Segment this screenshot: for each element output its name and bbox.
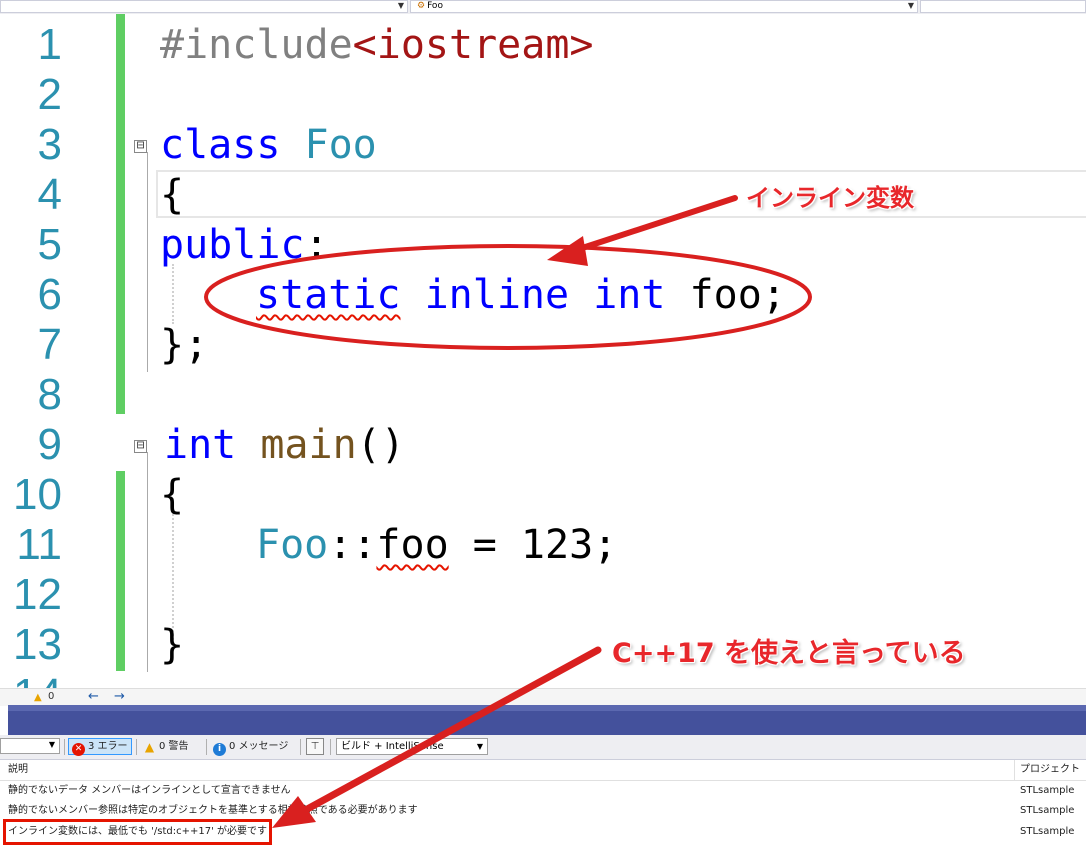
- class-icon: ⚙: [417, 1, 426, 11]
- code-line-10: 10 {: [0, 470, 1086, 520]
- table-row[interactable]: 静的でないデータ メンバーはインラインとして宣言できません STLsample: [0, 781, 1086, 801]
- error-scope-dropdown[interactable]: ▼: [0, 738, 60, 754]
- error-project: STLsample: [1020, 826, 1075, 837]
- line-number: 1: [37, 20, 62, 69]
- table-row[interactable]: 静的でないメンバー参照は特定のオブジェクトを基準とする相対参照である必要がありま…: [0, 801, 1086, 821]
- error-description: インライン変数には、最低でも '/std:c++17' が必要です: [2, 819, 273, 845]
- error-list-table: 説明 プロジェクト 静的でないデータ メンバーはインラインとして宣言できません …: [0, 760, 1086, 863]
- line-number: 13: [13, 620, 62, 669]
- chevron-down-icon: ▼: [476, 742, 483, 751]
- line-number: 10: [13, 470, 62, 519]
- type-name: Foo: [304, 122, 377, 168]
- error-list-toolbar: ▼ ✕ 3 エラー ▲ 0 警告 i0 メッセージ ⊤ ビルド + IntelliS…: [0, 735, 1086, 760]
- filter-icon[interactable]: ⊤: [306, 738, 324, 755]
- line-number: 12: [13, 570, 62, 619]
- line-number: 8: [37, 370, 62, 419]
- chevron-down-icon: ▼: [48, 740, 55, 749]
- code-line-7: 7 };: [0, 320, 1086, 370]
- warnings-filter-button[interactable]: ▲ 0 警告: [140, 738, 192, 755]
- keyword-static: static: [256, 272, 401, 318]
- code-editor[interactable]: 1 #include<iostream> 2 3 ⊟ class Foo 4 {…: [0, 14, 1086, 688]
- preprocessor-directive: #include: [160, 22, 353, 68]
- warning-icon: ▲: [144, 740, 155, 754]
- brace: {: [160, 472, 185, 518]
- member-reference: foo: [376, 522, 449, 568]
- code-line-3: 3 ⊟ class Foo: [0, 120, 1086, 170]
- table-header: 説明 プロジェクト: [0, 760, 1086, 781]
- member-declaration: foo;: [689, 272, 786, 318]
- line-number: 7: [37, 320, 62, 369]
- line-number: 11: [16, 520, 62, 569]
- error-description: 静的でないデータ メンバーはインラインとして宣言できません: [8, 785, 291, 796]
- keyword-inline: inline: [424, 272, 570, 318]
- chevron-down-icon: ▼: [907, 1, 914, 10]
- class-dropdown-label: Foo: [427, 1, 443, 11]
- code-line-11: 11 Foo::foo = 123;: [0, 520, 1086, 570]
- warning-icon: ▲: [34, 692, 42, 703]
- line-number: 3: [37, 120, 62, 169]
- annotation-inline-variable: インライン変数: [746, 184, 914, 212]
- errors-filter-button[interactable]: ✕ 3 エラー: [68, 738, 132, 756]
- annotation-cpp17-note: C++17 を使えと言っている: [612, 638, 966, 669]
- fold-toggle-icon[interactable]: ⊟: [134, 139, 147, 153]
- code-line-6: 6 static inline int foo;: [0, 270, 1086, 320]
- line-number: 14: [0, 670, 62, 688]
- navigate-forward-button[interactable]: →: [114, 689, 125, 705]
- brace: {: [160, 172, 185, 218]
- error-project: STLsample: [1020, 805, 1075, 816]
- messages-filter-button[interactable]: i0 メッセージ: [210, 738, 291, 756]
- code-line-2: 2: [0, 70, 1086, 120]
- code-line-8: 8: [0, 370, 1086, 420]
- editor-status-bar: ▲ 0 ← →: [0, 688, 1086, 706]
- navigate-back-button[interactable]: ←: [88, 689, 99, 705]
- type-name: Foo: [256, 522, 329, 568]
- function-name: main: [260, 422, 357, 468]
- navigation-bar: ▼ ⚙ Foo ▼: [0, 0, 1086, 15]
- tool-window-header: [8, 705, 1086, 735]
- brace: };: [160, 322, 209, 368]
- fold-toggle-icon[interactable]: ⊟: [134, 439, 147, 453]
- class-dropdown[interactable]: ⚙ Foo ▼: [410, 0, 918, 13]
- keyword-int: int: [593, 272, 666, 318]
- info-icon: i: [213, 743, 226, 756]
- line-number: 2: [37, 70, 62, 119]
- include-path: <iostream>: [352, 22, 594, 68]
- code-line-1: 1 #include<iostream>: [0, 20, 1086, 70]
- member-dropdown[interactable]: [920, 0, 1086, 13]
- line-number: 4: [37, 170, 62, 219]
- code-line-12: 12: [0, 570, 1086, 620]
- code-line-5: 5 public:: [0, 220, 1086, 270]
- keyword: public: [160, 222, 305, 268]
- table-row[interactable]: インライン変数には、最低でも '/std:c++17' が必要です STLsam…: [0, 819, 1086, 845]
- build-source-dropdown[interactable]: ビルド + IntelliSense ▼: [336, 738, 488, 755]
- line-number: 5: [37, 220, 62, 269]
- code-line-14: 14: [0, 670, 1086, 688]
- keyword: class: [160, 122, 281, 168]
- column-description[interactable]: 説明: [8, 760, 28, 780]
- brace: }: [160, 622, 185, 668]
- error-project: STLsample: [1020, 785, 1075, 796]
- scope-dropdown[interactable]: ▼: [0, 0, 408, 13]
- error-description: 静的でないメンバー参照は特定のオブジェクトを基準とする相対参照である必要がありま…: [8, 805, 418, 816]
- line-number: 9: [37, 420, 62, 469]
- keyword: int: [164, 422, 237, 468]
- code-line-9: 9 ⊟ int main(): [0, 420, 1086, 470]
- code-line-4: 4 {: [0, 170, 1086, 220]
- line-number: 6: [37, 270, 62, 319]
- column-project[interactable]: プロジェクト: [1020, 760, 1080, 780]
- warning-count: 0: [48, 691, 55, 702]
- error-icon: ✕: [72, 743, 85, 756]
- chevron-down-icon: ▼: [397, 1, 404, 10]
